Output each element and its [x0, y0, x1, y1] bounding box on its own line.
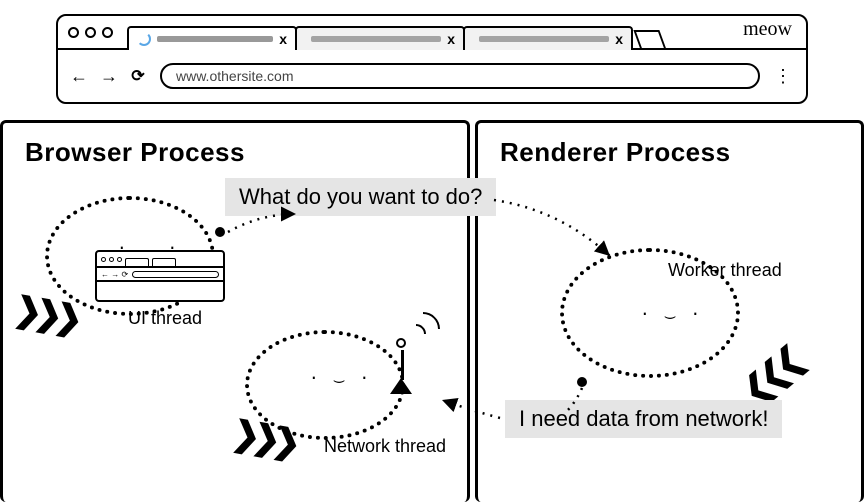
browser-tab: x	[127, 26, 297, 50]
meow-label: meow	[743, 18, 792, 41]
speech-bubble-question: What do you want to do?	[225, 178, 496, 216]
traffic-light-icon	[85, 27, 96, 38]
close-tab-icon: x	[279, 31, 287, 47]
browser-tab: x	[463, 26, 633, 50]
browser-process-title: Browser Process	[25, 137, 467, 168]
speech-bubble-answer: I need data from network!	[505, 400, 782, 438]
kebab-menu-icon: ⋮	[774, 66, 794, 87]
face-icon: . ‿ .	[640, 300, 703, 319]
back-arrow-icon: ←	[70, 66, 86, 87]
close-tab-icon: x	[615, 31, 623, 47]
worker-thread-label: Worker thread	[668, 260, 782, 281]
forward-arrow-icon: →	[100, 66, 116, 87]
reload-icon: ⟳	[130, 66, 146, 86]
face-icon: . ‿ .	[309, 364, 372, 383]
browser-tab: x	[295, 26, 465, 50]
traffic-light-icon	[102, 27, 113, 38]
network-thread-label: Network thread	[324, 436, 446, 457]
traffic-light-icon	[68, 27, 79, 38]
close-tab-icon: x	[447, 31, 455, 47]
new-tab-icon	[633, 30, 666, 50]
browser-window-illustration: x x x meow ← → ⟳ www.othersite.com ⋮	[56, 14, 808, 104]
tab-title-placeholder	[157, 36, 273, 42]
tab-title-placeholder	[479, 36, 609, 42]
mini-browser-icon: ← → ⟳	[95, 250, 225, 302]
antenna-icon	[396, 338, 406, 348]
tab-title-placeholder	[311, 36, 441, 42]
address-bar: ← → ⟳ www.othersite.com ⋮	[58, 50, 806, 102]
traffic-lights	[68, 27, 113, 38]
tab-bar: x x x meow	[58, 16, 806, 50]
ui-thread-label: UI thread	[128, 308, 202, 329]
url-text: www.othersite.com	[176, 68, 293, 84]
renderer-process-title: Renderer Process	[500, 137, 861, 168]
loading-spinner-icon	[137, 32, 151, 46]
url-field: www.othersite.com	[160, 63, 760, 89]
